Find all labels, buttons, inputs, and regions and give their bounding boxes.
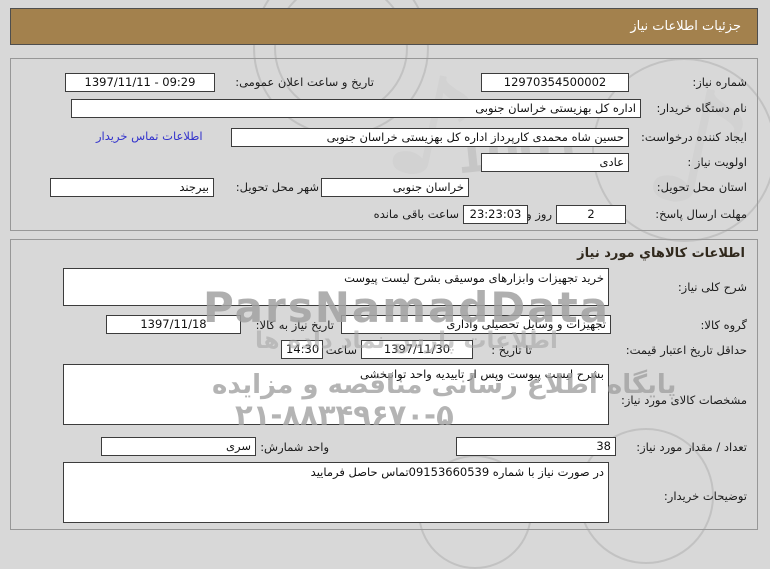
page: { "title": "جزئیات اطلاعات نیاز", "color… <box>0 0 770 569</box>
need-info-panel: شماره نیاز: 12970354500002 تاریخ و ساعت … <box>10 58 758 231</box>
reply-deadline-label: مهلت ارسال پاسخ: <box>655 207 747 221</box>
deadline-time-field[interactable]: 23:23:03 <box>463 205 528 224</box>
specs-label: مشخصات کالای مورد نیاز: <box>620 393 747 407</box>
specs-textarea[interactable]: بشرح لیست پیوست وپس از تاییدیه واحد توان… <box>63 364 609 425</box>
announce-datetime-label: تاریخ و ساعت اعلان عمومی: <box>235 75 374 89</box>
need-date-field[interactable]: 1397/11/18 <box>106 315 241 334</box>
overall-desc-label: شرح کلی نیاز: <box>677 280 747 294</box>
delivery-province-field[interactable]: خراسان جنوبی <box>321 178 469 197</box>
delivery-province-label: استان محل تحویل: <box>656 180 747 194</box>
buyer-notes-label: توضیحات خریدار: <box>663 489 747 503</box>
priority-label: اولویت نیاز : <box>687 155 747 169</box>
until-date-label: تا تاریخ : <box>491 343 532 357</box>
deadline-days-field[interactable]: 2 <box>556 205 626 224</box>
priority-field[interactable]: عادی <box>481 153 629 172</box>
need-date-label: تاریخ نیاز به کالا: <box>255 318 334 332</box>
buyer-contact-link[interactable]: اطلاعات تماس خریدار <box>96 129 203 143</box>
unit-label: واحد شمارش: <box>260 440 329 454</box>
overall-desc-textarea[interactable]: خرید تجهیزات وابزارهای موسیقی بشرح لیست … <box>63 268 609 306</box>
delivery-city-label: شهر محل تحویل: <box>235 180 319 194</box>
page-title: جزئیات اطلاعات نیاز <box>10 8 758 45</box>
goods-group-field[interactable]: تجهیزات و وسایل تحصیلی واداری <box>341 315 611 334</box>
deadline-remaining-label: ساعت باقی مانده <box>373 207 459 221</box>
unit-field[interactable]: سری <box>101 437 256 456</box>
buyer-notes-textarea[interactable]: در صورت نیاز با شماره 09153660539تماس حا… <box>63 462 609 523</box>
requester-field[interactable]: حسین شاه محمدی کارپرداز اداره کل بهزیستی… <box>231 128 629 147</box>
until-date-field[interactable]: 1397/11/30 <box>361 340 473 359</box>
price-validity-label: حداقل تاریخ اعتبار قیمت: <box>625 343 747 357</box>
requester-label: ایجاد کننده درخواست: <box>641 130 747 144</box>
hour-label: ساعت : <box>318 343 357 357</box>
quantity-field[interactable]: 38 <box>456 437 616 456</box>
deadline-days-unit-label: روز و <box>526 207 552 221</box>
quantity-label: تعداد / مقدار مورد نیاز: <box>636 440 747 454</box>
buyer-org-label: نام دستگاه خریدار: <box>656 101 747 115</box>
goods-group-label: گروه کالا: <box>700 318 747 332</box>
announce-datetime-field[interactable]: 1397/11/11 - 09:29 <box>65 73 215 92</box>
need-number-label: شماره نیاز: <box>692 75 747 89</box>
goods-info-panel: اطلاعات کالاهاي مورد نیاز شرح کلی نیاز: … <box>10 239 758 530</box>
hour-field[interactable]: 14:30 <box>281 340 323 359</box>
buyer-org-field[interactable]: اداره کل بهزیستی خراسان جنوبی <box>71 99 641 118</box>
need-number-field[interactable]: 12970354500002 <box>481 73 629 92</box>
delivery-city-field[interactable]: بیرجند <box>50 178 214 197</box>
goods-section-header: اطلاعات کالاهاي مورد نیاز <box>577 246 745 261</box>
